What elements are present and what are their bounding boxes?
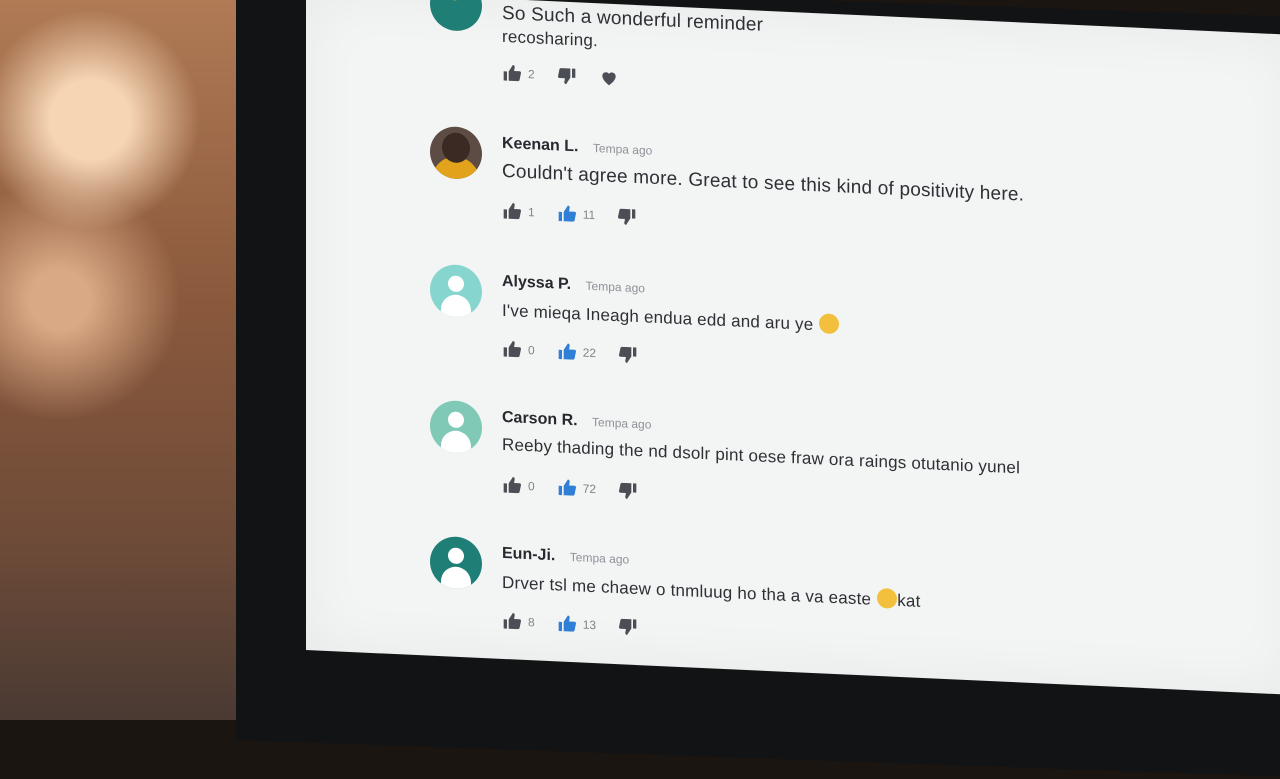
comment-item: Alyssa P. Tempa ago I've mieqa Ineagh en… [430,263,1250,411]
thumbs-up-blue-icon [558,205,576,222]
comment-meta: Alyssa P. Tempa ago [502,273,645,297]
thumbs-down-icon [557,68,576,85]
heart-icon [602,72,616,86]
comment-time: Tempa ago [585,278,645,296]
avatar[interactable] [430,0,482,32]
dislike-button[interactable] [617,206,637,227]
thumbs-down-icon [619,482,637,499]
comment-text-continued: recosharing. [502,26,598,51]
thumbs-down-icon [618,208,636,225]
dislike-button[interactable] [557,65,577,86]
like-count: 2 [528,67,535,82]
comment-text: Couldn't agree more. Great to see this k… [502,160,1025,206]
avatar-face [442,132,470,164]
thumbs-down-icon [619,618,637,635]
like-button[interactable]: 8 [502,611,535,632]
comment-author[interactable]: Keenan L. [502,135,578,155]
comment-text-body: Drver tsl me chaew o tnmluug ho tha a va… [502,572,872,609]
dislike-button[interactable] [618,616,638,637]
avatar-body [441,294,471,318]
heart-button[interactable] [599,67,619,88]
thumbs-up-blue-icon [558,479,576,496]
like-count: 8 [528,615,535,630]
dislike-button[interactable] [618,344,638,365]
helpful-count: 13 [582,617,597,633]
like-button[interactable]: 2 [502,63,535,84]
thumbs-up-icon [503,613,522,630]
comment-meta: Eun-Ji. Tempa ago [502,545,629,569]
comment-item: Keenan L. Tempa ago Couldn't agree more.… [430,125,1250,273]
comment-text: Drver tsl me chaew o tnmluug ho tha a va… [502,571,921,612]
comment-actions: 1 11 [502,201,659,228]
avatar-head [448,275,464,293]
thumbs-up-blue-icon [558,615,576,632]
thumbs-up-icon [503,341,522,358]
avatar[interactable] [430,535,482,590]
thumbs-up-blue-icon [558,343,576,360]
comment-time: Tempa ago [569,549,630,567]
avatar[interactable] [430,125,482,180]
like-button[interactable]: 1 [502,201,535,222]
helpful-button[interactable]: 72 [557,477,596,499]
helpful-count: 72 [582,481,597,497]
emoji-icon [877,587,898,609]
comment-text: Reeby thading the nd dsolr pint oese fra… [502,434,1021,478]
comment-author[interactable]: Eun-Ji. [502,545,555,564]
thumbs-down-icon [619,346,637,363]
comment-meta: Keenan L. Tempa ago [502,135,652,160]
comment-author[interactable]: Alyssa P. [502,273,571,293]
like-count: 0 [528,343,535,358]
avatar[interactable] [430,263,482,318]
like-button[interactable]: 0 [502,475,535,496]
avatar-head [448,411,464,429]
avatar-body [441,430,471,454]
thumbs-up-icon [503,203,522,220]
comment-time: Tempa ago [592,141,653,158]
helpful-count: 11 [582,207,596,223]
comment-text-body: I've mieqa Ineagh endua edd and aru ye [502,300,814,335]
comment-item: Carson R. Tempa ago Reeby thading the nd… [430,399,1250,547]
comment-actions: 2 [502,63,641,89]
avatar[interactable] [430,399,482,454]
like-count: 0 [528,479,535,494]
like-button[interactable]: 0 [502,339,535,360]
comment-screen: So Such a wonderful reminder recosharing… [306,0,1280,695]
dislike-button[interactable] [618,480,638,501]
like-count: 1 [528,205,535,220]
comment-text: I've mieqa Ineagh endua edd and aru ye [502,299,840,336]
comment-time: Tempa ago [592,414,652,432]
helpful-button[interactable]: 22 [557,341,596,363]
helpful-button[interactable]: 11 [557,203,595,225]
comment-meta: Carson R. Tempa ago [502,409,651,434]
thumbs-up-icon [503,477,522,494]
comment-text-suffix: kat [897,590,921,611]
comment-author[interactable]: Carson R. [502,409,578,429]
leaf-icon [448,0,466,2]
avatar-head [448,547,464,565]
comment-actions: 0 72 [502,475,660,502]
helpful-count: 22 [582,345,597,361]
comment-actions: 0 22 [502,339,660,366]
comment-item: Eun-Ji. Tempa ago Drver tsl me chaew o t… [430,535,1250,683]
emoji-icon [819,313,840,335]
helpful-button[interactable]: 13 [557,613,596,635]
avatar-body [441,566,471,590]
thumbs-up-icon [503,65,522,82]
comment-actions: 8 13 [502,611,660,638]
